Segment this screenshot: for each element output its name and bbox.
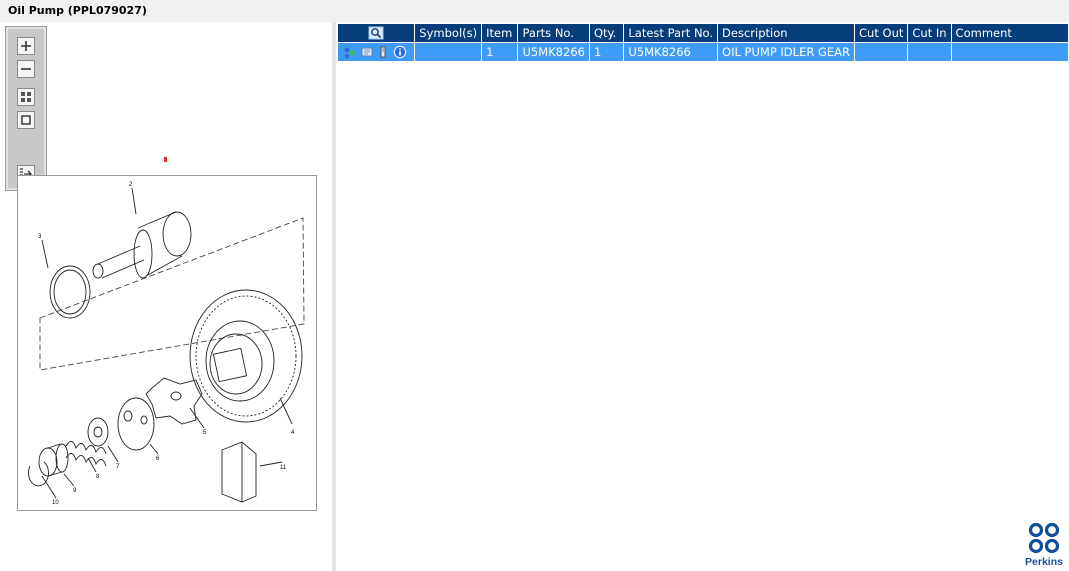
brand-name: Perkins bbox=[1025, 556, 1063, 568]
search-columns-icon[interactable] bbox=[368, 26, 384, 40]
row-qty: 1 bbox=[588, 42, 625, 62]
zoom-in-icon[interactable] bbox=[17, 37, 35, 55]
info-icon[interactable] bbox=[393, 45, 407, 59]
window-title: Oil Pump (PPL079027) bbox=[8, 4, 147, 17]
row-latest-part-no[interactable]: U5MK8266 bbox=[623, 42, 719, 62]
row-cut-out bbox=[854, 42, 909, 62]
callout-5[interactable]: 5 bbox=[203, 430, 207, 436]
part-link-icon[interactable] bbox=[342, 45, 356, 59]
attachment-icon[interactable] bbox=[377, 45, 389, 59]
column-header-parts-no[interactable]: Parts No. bbox=[517, 23, 590, 43]
row-description: OIL PUMP IDLER GEAR bbox=[717, 42, 856, 62]
perkins-logo-mark bbox=[1028, 522, 1060, 554]
row-icons-cell bbox=[336, 42, 416, 62]
callout-7[interactable]: 7 bbox=[116, 464, 120, 470]
oil-pump-illustration: 2 3 4 5 6 7 8 9 10 11 bbox=[28, 182, 305, 506]
callout-6[interactable]: 6 bbox=[156, 456, 160, 462]
column-header-qty[interactable]: Qty. bbox=[588, 23, 625, 43]
hotspot-marker[interactable] bbox=[164, 157, 167, 162]
fit-window-icon[interactable] bbox=[17, 111, 35, 129]
callout-3[interactable]: 3 bbox=[38, 234, 42, 240]
title-bar: Oil Pump (PPL079027) bbox=[0, 0, 1069, 22]
column-header-cut-in[interactable]: Cut In bbox=[907, 23, 952, 43]
column-header-cut-out[interactable]: Cut Out bbox=[854, 23, 909, 43]
zoom-out-icon[interactable] bbox=[17, 60, 35, 78]
fit-all-icon[interactable] bbox=[17, 88, 35, 106]
column-header-comment[interactable]: Comment bbox=[950, 23, 1069, 43]
parts-list-pane: Symbol(s) Item Parts No. Qty. Latest Par… bbox=[336, 22, 1069, 571]
row-cut-in bbox=[907, 42, 952, 62]
row-comment bbox=[950, 42, 1069, 62]
note-icon[interactable] bbox=[360, 45, 374, 59]
table-row[interactable]: 1 U5MK8266 1 U5MK8266 OIL PUMP IDLER GEA… bbox=[336, 42, 1069, 62]
row-item: 1 bbox=[481, 42, 519, 62]
perkins-logo: Perkins bbox=[1023, 522, 1065, 568]
column-header-search[interactable] bbox=[336, 23, 416, 43]
illustration-toolbox bbox=[5, 26, 47, 191]
callout-9[interactable]: 9 bbox=[73, 488, 77, 494]
callout-4[interactable]: 4 bbox=[291, 430, 295, 436]
table-header-row: Symbol(s) Item Parts No. Qty. Latest Par… bbox=[336, 23, 1069, 43]
column-header-description[interactable]: Description bbox=[717, 23, 856, 43]
callout-10[interactable]: 10 bbox=[52, 500, 59, 506]
column-header-item[interactable]: Item bbox=[481, 23, 519, 43]
column-header-symbols[interactable]: Symbol(s) bbox=[414, 23, 483, 43]
exploded-parts-drawing[interactable]: 2 3 4 5 6 7 8 9 10 11 bbox=[17, 175, 317, 511]
parts-table: Symbol(s) Item Parts No. Qty. Latest Par… bbox=[336, 23, 1069, 62]
callout-8[interactable]: 8 bbox=[96, 474, 100, 480]
row-parts-no[interactable]: U5MK8266 bbox=[517, 42, 590, 62]
column-header-latest-part-no[interactable]: Latest Part No. bbox=[623, 23, 719, 43]
callout-11[interactable]: 11 bbox=[280, 465, 287, 471]
row-symbols bbox=[414, 42, 483, 62]
callout-2[interactable]: 2 bbox=[129, 182, 133, 188]
